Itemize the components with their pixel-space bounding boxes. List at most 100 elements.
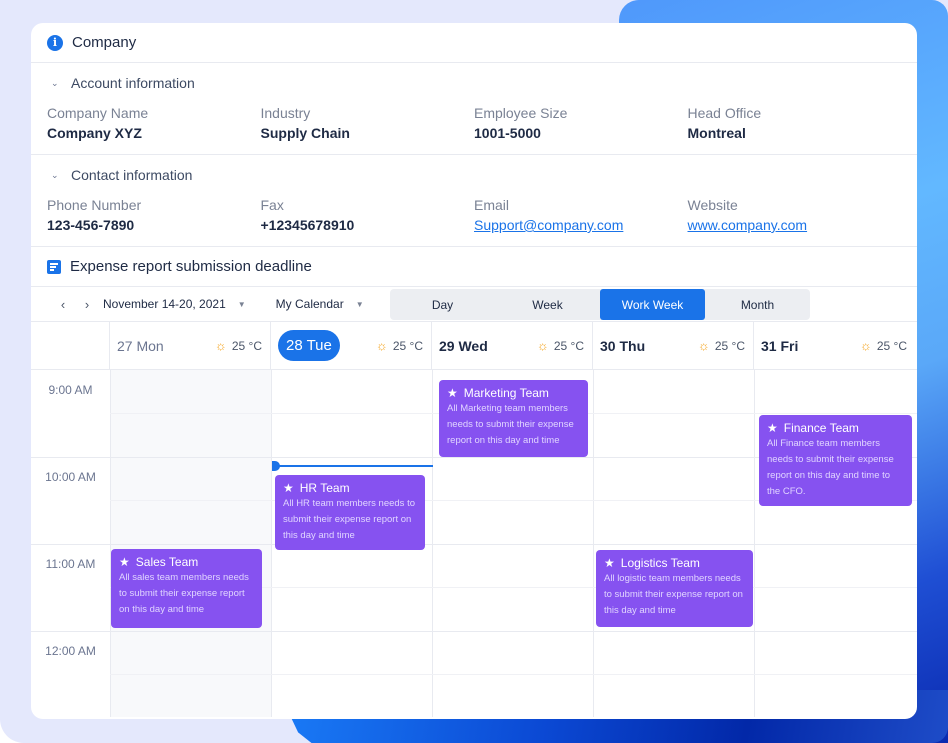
- sun-icon: ☼: [859, 338, 872, 353]
- current-time-marker: [272, 461, 280, 471]
- calendar-header: Expense report submission deadline: [31, 247, 917, 287]
- date-range-dropdown[interactable]: November 14-20, 2021 ▼: [103, 297, 246, 311]
- event-description: All Marketing team members needs to subm…: [447, 403, 574, 446]
- field-value: Company XYZ: [47, 125, 142, 141]
- star-icon: ★: [447, 386, 458, 400]
- day-label-today: 28 Tue: [278, 330, 340, 361]
- star-icon: ★: [767, 421, 778, 435]
- contact-information-toggle[interactable]: ⌄ Contact information: [47, 155, 901, 195]
- event-title: Logistics Team: [620, 556, 700, 570]
- prev-week-button[interactable]: ‹: [51, 297, 75, 312]
- field-email: Email Support@company.com: [474, 195, 688, 235]
- field-employee-size: Employee Size 1001-5000: [474, 103, 688, 143]
- account-information-toggle[interactable]: ⌄ Account information: [47, 63, 901, 103]
- calendar-grid: 27 Mon ☼ 25 °C 28 Tue ☼ 25 °C 29 Wed ☼ 25 °…: [31, 322, 917, 717]
- temperature: 25 °C: [876, 338, 907, 353]
- grid-line: [31, 631, 917, 632]
- calendar-toolbar: ‹ › November 14-20, 2021 ▼ My Calendar ▼…: [31, 287, 917, 322]
- sun-icon: ☼: [536, 338, 549, 353]
- company-header: i Company: [31, 23, 917, 63]
- day-label: 27 Mon: [117, 337, 164, 354]
- contact-information-title: Contact information: [71, 167, 193, 183]
- field-value: Montreal: [687, 125, 746, 141]
- field-company-name: Company Name Company XYZ: [47, 103, 261, 143]
- caret-down-icon: ▼: [355, 299, 364, 309]
- time-label: 12:00 AM: [45, 644, 96, 658]
- event-sales-team[interactable]: ★ Sales Team All sales team members needs…: [111, 549, 262, 628]
- event-description: All sales team members needs to submit t…: [119, 572, 249, 615]
- time-column-header: [31, 322, 110, 369]
- website-link[interactable]: www.company.com: [688, 215, 902, 235]
- day-header-fri[interactable]: 31 Fri ☼ 25 °C: [754, 322, 915, 369]
- event-marketing-team[interactable]: ★ Marketing Team All Marketing team membe…: [439, 380, 588, 457]
- tab-day[interactable]: Day: [390, 289, 495, 320]
- email-link[interactable]: Support@company.com: [474, 215, 688, 235]
- day-header-thu[interactable]: 30 Thu ☼ 25 °C: [593, 322, 754, 369]
- event-description: All Finance team members needs to submit…: [767, 438, 894, 497]
- date-range-label: November 14-20, 2021: [103, 297, 226, 311]
- weather: ☼ 25 °C: [376, 338, 423, 353]
- field-industry: Industry Supply Chain: [261, 103, 475, 143]
- weather: ☼ 25 °C: [860, 338, 907, 353]
- event-hr-team[interactable]: ★ HR Team All HR team members needs to su…: [275, 475, 425, 550]
- temperature: 25 °C: [553, 338, 584, 353]
- calendar-title: Expense report submission deadline: [70, 258, 312, 275]
- field-label: Head Office: [687, 105, 762, 121]
- star-icon: ★: [119, 555, 130, 569]
- event-title: HR Team: [299, 481, 350, 495]
- event-description: All HR team members needs to submit thei…: [283, 498, 415, 541]
- field-fax: Fax +12345678910: [261, 195, 475, 235]
- event-title: Finance Team: [783, 421, 859, 435]
- event-title: Marketing Team: [463, 386, 549, 400]
- day-header-tue[interactable]: 28 Tue ☼ 25 °C: [271, 322, 432, 369]
- star-icon: ★: [604, 556, 615, 570]
- company-title: Company: [72, 34, 137, 51]
- weather: ☼ 25 °C: [537, 338, 584, 353]
- time-grid: 9:00 AM 10:00 AM 11:00 AM 12:00 AM ★ Mark…: [31, 370, 917, 717]
- time-label: 10:00 AM: [45, 470, 96, 484]
- next-week-button[interactable]: ›: [75, 297, 99, 312]
- field-label: Website: [687, 197, 738, 213]
- grid-line: [110, 674, 917, 675]
- day-label: 30 Thu: [600, 337, 646, 354]
- event-title: Sales Team: [135, 555, 199, 569]
- field-value: 1001-5000: [474, 125, 541, 141]
- field-label: Email: [474, 197, 510, 213]
- sun-icon: ☼: [375, 338, 388, 353]
- field-value: 123-456-7890: [47, 217, 135, 233]
- sun-icon: ☼: [214, 338, 227, 353]
- account-information-title: Account information: [71, 75, 195, 91]
- field-label: Company Name: [47, 105, 149, 121]
- field-value: Supply Chain: [260, 125, 350, 141]
- time-label: 9:00 AM: [48, 383, 93, 397]
- field-label: Fax: [260, 197, 284, 213]
- day-header-wed[interactable]: 29 Wed ☼ 25 °C: [432, 322, 593, 369]
- field-label: Employee Size: [474, 105, 568, 121]
- tab-work-week[interactable]: Work Week: [600, 289, 705, 320]
- sun-icon: ☼: [697, 338, 710, 353]
- weather: ☼ 25 °C: [215, 338, 262, 353]
- day-label: 31 Fri: [761, 337, 799, 354]
- star-icon: ★: [283, 481, 294, 495]
- field-head-office: Head Office Montreal: [688, 103, 902, 143]
- tab-week[interactable]: Week: [495, 289, 600, 320]
- day-label: 29 Wed: [439, 337, 488, 354]
- calendar-select-dropdown[interactable]: My Calendar ▼: [276, 297, 364, 311]
- day-header-mon[interactable]: 27 Mon ☼ 25 °C: [110, 322, 271, 369]
- temperature: 25 °C: [714, 338, 745, 353]
- tab-month[interactable]: Month: [705, 289, 810, 320]
- event-description: All logistic team members needs to submi…: [604, 573, 743, 616]
- document-icon: [47, 259, 61, 274]
- info-icon: i: [47, 34, 63, 51]
- event-logistics-team[interactable]: ★ Logistics Team All logistic team member…: [596, 550, 753, 627]
- chevron-down-icon: ⌄: [51, 77, 59, 88]
- field-phone: Phone Number 123-456-7890: [47, 195, 261, 235]
- event-finance-team[interactable]: ★ Finance Team All Finance team members n…: [759, 415, 912, 506]
- view-switcher: Day Week Work Week Month: [390, 289, 810, 320]
- contact-information-section: ⌄ Contact information Phone Number 123-4…: [31, 155, 917, 247]
- field-value: +12345678910: [260, 217, 355, 233]
- chevron-down-icon: ⌄: [51, 169, 59, 180]
- temperature: 25 °C: [392, 338, 423, 353]
- day-header-row: 27 Mon ☼ 25 °C 28 Tue ☼ 25 °C 29 Wed ☼ 25 °…: [31, 322, 917, 370]
- grid-line: [31, 544, 917, 545]
